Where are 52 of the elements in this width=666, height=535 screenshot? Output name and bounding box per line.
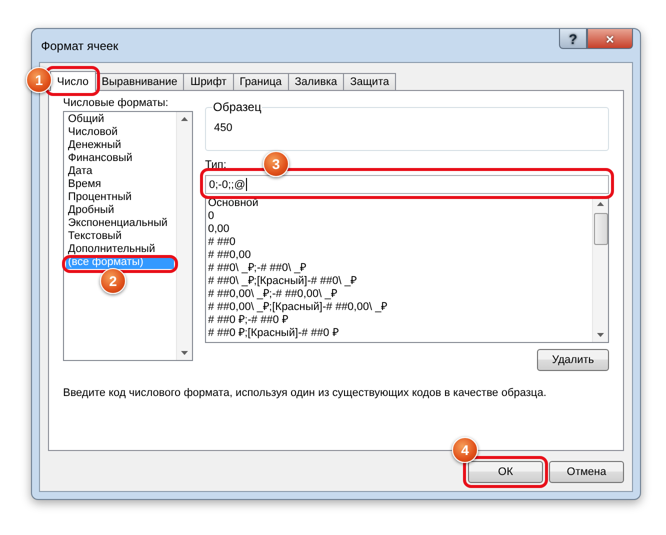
- text-cursor: [246, 178, 248, 191]
- format-item[interactable]: # ##0,00\ _₽;[Красный]-# ##0,00\ _₽: [208, 301, 590, 314]
- format-item[interactable]: # ##0\ _₽;-# ##0\ _₽: [208, 262, 590, 275]
- format-item[interactable]: # ##0\ _₽;[Красный]-# ##0\ _₽: [208, 275, 590, 288]
- tab[interactable]: Выравнивание: [94, 73, 184, 91]
- step-number: 1: [26, 67, 52, 93]
- list-label: Числовые форматы:: [63, 97, 170, 109]
- format-item[interactable]: # ##0,00\ _₽;-# ##0,00\ _₽: [208, 288, 590, 301]
- category-item[interactable]: Текстовый: [66, 230, 174, 243]
- scroll-down-icon: [597, 333, 604, 337]
- format-item[interactable]: 0,00: [208, 223, 590, 236]
- tab[interactable]: Граница: [232, 73, 289, 91]
- cancel-button[interactable]: Отмена: [549, 461, 624, 483]
- tab[interactable]: Защита: [343, 73, 396, 91]
- format-item[interactable]: # ##0 ₽;[Красный]-# ##0 ₽: [208, 327, 590, 340]
- format-item[interactable]: Основной: [208, 197, 590, 210]
- category-item[interactable]: Числовой: [66, 126, 174, 139]
- scroll-up-icon: [181, 117, 188, 121]
- category-item[interactable]: Дополнительный: [66, 243, 174, 256]
- category-item[interactable]: Финансовый: [66, 152, 174, 165]
- window-title: Формат ячеек: [40, 38, 118, 52]
- scroll-up-icon: [597, 202, 604, 206]
- category-list[interactable]: Общий Числовой Денежный Финансовый Дата Время Процентный Дробный Экспоненциальный Текстовый Дополнительный (все форматы) 2: [63, 111, 193, 361]
- category-item[interactable]: Общий: [66, 113, 174, 126]
- scroll-thumb[interactable]: [594, 213, 608, 245]
- category-item[interactable]: Денежный: [66, 139, 174, 152]
- step-number: 3: [263, 151, 289, 177]
- category-item[interactable]: Процентный: [66, 191, 174, 204]
- delete-button[interactable]: Удалить: [537, 349, 609, 371]
- sample-value: 450: [214, 122, 232, 134]
- category-item[interactable]: Экспоненциальный: [66, 217, 174, 230]
- group-title: Образец: [212, 100, 262, 114]
- category-item[interactable]: Дробный: [66, 204, 174, 217]
- scrollbar[interactable]: [176, 112, 192, 360]
- scroll-down-icon: [181, 351, 188, 355]
- category-item[interactable]: Время: [66, 178, 174, 191]
- scrollbar[interactable]: [592, 197, 608, 342]
- tab[interactable]: Заливка: [288, 73, 344, 91]
- step-number: 2: [100, 268, 126, 294]
- type-field[interactable]: 0;-0;;@: [205, 175, 609, 194]
- tab[interactable]: Шрифт: [183, 73, 234, 91]
- category-item[interactable]: Дата: [66, 165, 174, 178]
- ok-button[interactable]: ОК: [468, 461, 543, 483]
- tab[interactable]: Число: [50, 71, 96, 91]
- hint-text: Введите код числового формата, используя один из существующих кодов в качестве образца.: [63, 387, 548, 399]
- format-list[interactable]: Основной 0 0,00 # ##0 # ##0,00 # ##0\ _₽;-# ##0\ _₽ # ##0\ _₽;[Красный]-# ##0\ _₽ # ##0,00\ _₽;-# ##0,00\ _₽ # ##0,00\ _₽;[Красный]-# ##0,00\ _₽ # ##0 ₽;-# ##0 ₽ # ##0 ₽;[Красный]-# ##0 ₽: [205, 196, 609, 343]
- help-button[interactable]: ?: [559, 29, 587, 49]
- format-item[interactable]: 0: [208, 210, 590, 223]
- format-item[interactable]: # ##0 ₽;-# ##0 ₽: [208, 314, 590, 327]
- format-item[interactable]: # ##0,00: [208, 249, 590, 262]
- format-item[interactable]: # ##0: [208, 236, 590, 249]
- field-label: Тип:: [205, 159, 226, 171]
